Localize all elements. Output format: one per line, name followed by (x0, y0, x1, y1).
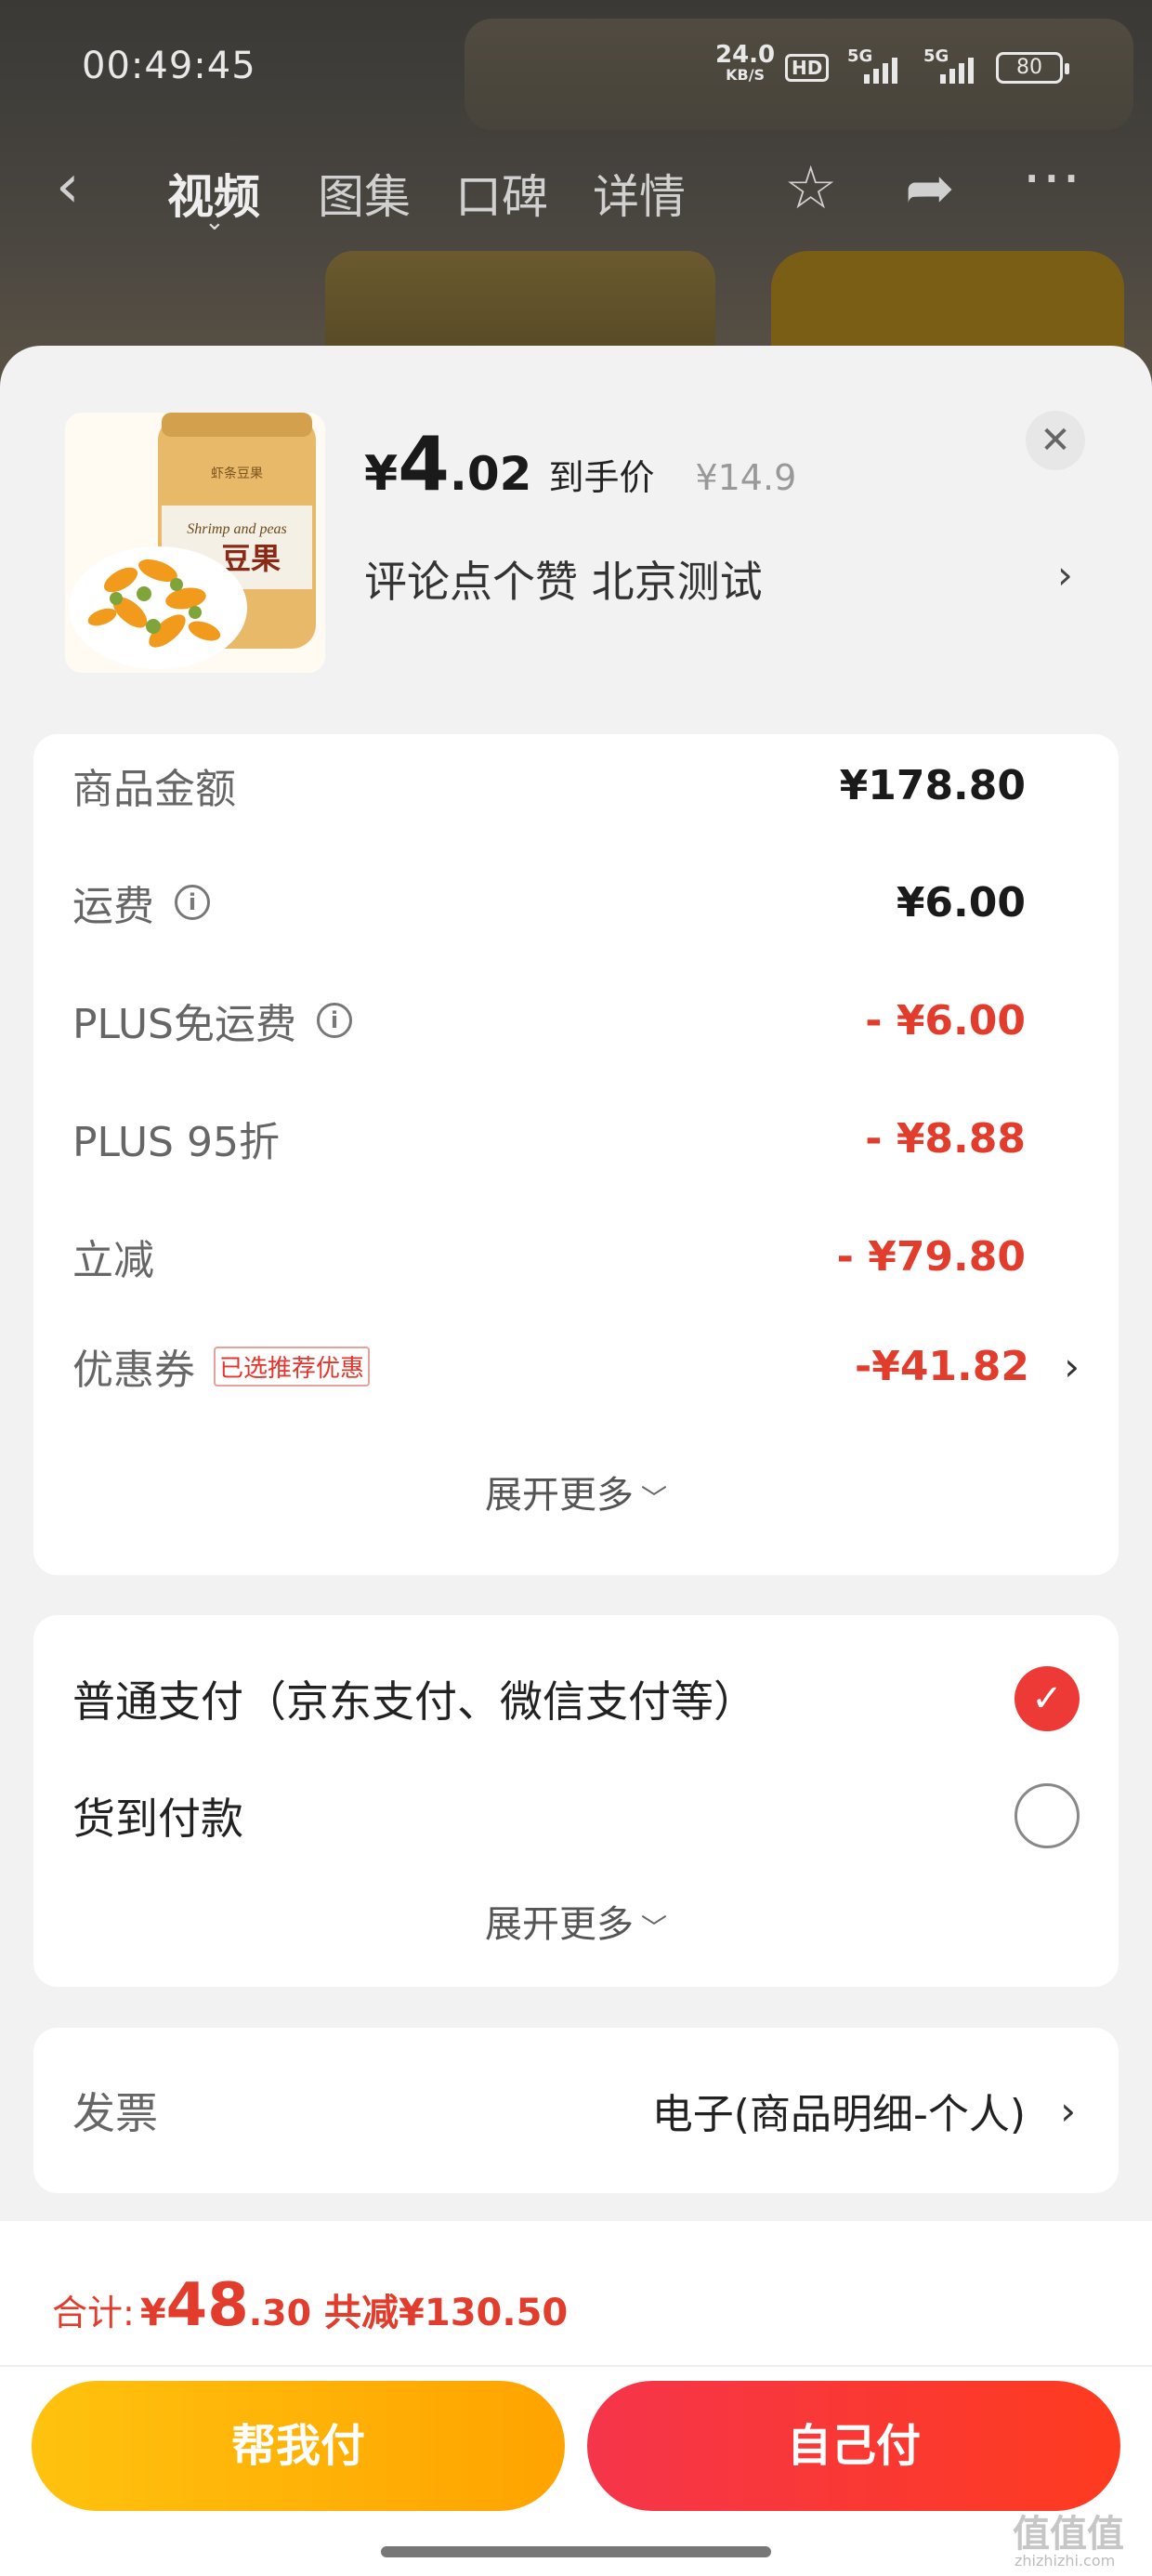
original-price: ¥14.9 (695, 457, 797, 498)
summary-value: ¥6.00 (896, 878, 1026, 927)
network-speed: 24.0 KB/S (715, 41, 776, 85)
summary-label: 运费 (72, 883, 154, 930)
status-time: 00:49:45 (82, 45, 256, 87)
expand-more-button[interactable]: 展开更多 ﹀ (33, 1894, 1119, 1948)
pay-myself-button[interactable]: 自己付 (587, 2381, 1120, 2511)
summary-row-plus-discount: PLUS 95折 - ¥8.88 (72, 1106, 1026, 1171)
divider (0, 2365, 1152, 2367)
checkout-footer: 合计: ¥ 48 .30 共减¥130.50 帮我付 自己付 值值值 zhizh… (0, 2221, 1152, 2576)
product-header: Shrimp and peas 豆果 虾条豆果 ¥ 4 .02 到手价 ¥14.… (0, 346, 1152, 736)
total-integer: 48 (165, 2271, 249, 2340)
star-icon[interactable]: ☆ (784, 154, 837, 223)
watermark-logo: 值值值 (1013, 2513, 1124, 2556)
expand-more-label: 展开更多 (484, 1903, 634, 1946)
payment-option-label: 普通支付（京东支付、微信支付等） (72, 1676, 756, 1727)
status-bar: 00:49:45 24.0 KB/S HD 5G 5G 80 (0, 37, 1152, 102)
tab-gallery[interactable]: 图集 (318, 160, 411, 227)
more-icon[interactable]: ⋯ (1022, 143, 1081, 212)
invoice-row[interactable]: 发票 电子(商品明细-个人) › (72, 2078, 1076, 2143)
info-icon[interactable]: i (175, 885, 210, 920)
price-integer: 4 (398, 421, 450, 507)
total-label: 合计: (52, 2293, 135, 2333)
total-currency: ¥ (139, 2292, 166, 2334)
radio-unchecked-icon[interactable] (1015, 1783, 1080, 1848)
info-icon[interactable]: i (317, 1003, 352, 1038)
summary-label: 商品金额 (72, 766, 236, 813)
product-image: Shrimp and peas 豆果 虾条豆果 (65, 413, 325, 673)
total-decimal: .30 (248, 2293, 312, 2333)
chevron-right-icon[interactable]: › (1057, 552, 1073, 598)
summary-row-instant-discount: 立减 - ¥79.80 (72, 1224, 1026, 1289)
tab-details[interactable]: 详情 (593, 160, 686, 227)
chevron-down-icon: ﹀ (640, 1483, 667, 1514)
help-me-pay-button[interactable]: 帮我付 (32, 2381, 565, 2511)
summary-value: - ¥79.80 (836, 1232, 1026, 1281)
product-subtitle[interactable]: 评论点个赞 北京测试 (364, 548, 763, 610)
order-total: 合计: ¥ 48 .30 共减¥130.50 (52, 2271, 568, 2340)
summary-row-goods: 商品金额 ¥178.80 (72, 753, 1026, 818)
chevron-right-icon[interactable]: › (1064, 1344, 1080, 1389)
invoice-value: 电子(商品明细-个人) (651, 2091, 1026, 2138)
price-summary-card: 商品金额 ¥178.80 运费 i ¥6.00 PLUS免运费 i - ¥6.0… (33, 734, 1119, 1575)
expand-more-label: 展开更多 (484, 1474, 634, 1517)
summary-label: PLUS免运费 (72, 1001, 296, 1048)
tab-reviews[interactable]: 口碑 (455, 160, 548, 227)
summary-value: - ¥6.00 (865, 996, 1026, 1045)
svg-text:豆果: 豆果 (221, 541, 281, 576)
expand-more-button[interactable]: 展开更多 ﹀ (33, 1465, 1119, 1518)
summary-label: 优惠券 (72, 1347, 195, 1394)
summary-value: -¥41.82 (854, 1342, 1029, 1390)
hd-icon: HD (785, 54, 830, 82)
network-speed-value: 24.0 (715, 41, 776, 69)
chevron-right-icon[interactable]: › (1060, 2088, 1076, 2134)
signal-icon-2 (940, 58, 974, 84)
product-thumbnail: Shrimp and peas 豆果 虾条豆果 (65, 413, 325, 673)
battery-icon: 80 (996, 52, 1069, 84)
coupon-badge: 已选推荐优惠 (214, 1346, 371, 1387)
price-tag: 到手价 (548, 457, 655, 498)
summary-value: ¥178.80 (839, 761, 1026, 809)
summary-label: 立减 (72, 1237, 154, 1284)
payment-card: 普通支付（京东支付、微信支付等） ✓ 货到付款 展开更多 ﹀ (33, 1615, 1119, 1987)
summary-value: - ¥8.88 (865, 1114, 1026, 1163)
price-currency: ¥ (364, 446, 399, 502)
signal-icon (864, 58, 897, 84)
payment-option-cod[interactable]: 货到付款 (72, 1779, 1080, 1853)
home-indicator[interactable] (381, 2546, 771, 2557)
svg-text:虾条豆果: 虾条豆果 (211, 466, 263, 481)
invoice-card[interactable]: 发票 电子(商品明细-个人) › (33, 2028, 1119, 2193)
watermark-site: zhizhizhi.com (1015, 2552, 1116, 2569)
chevron-down-icon: ﹀ (640, 1912, 667, 1943)
summary-label: PLUS 95折 (72, 1119, 280, 1166)
radio-checked-icon[interactable]: ✓ (1015, 1666, 1080, 1731)
total-savings: 共减¥130.50 (324, 2292, 569, 2334)
summary-row-shipping: 运费 i ¥6.00 (72, 870, 1026, 935)
summary-row-coupon[interactable]: 优惠券 已选推荐优惠 -¥41.82 › (72, 1334, 1080, 1399)
svg-text:Shrimp and peas: Shrimp and peas (187, 521, 287, 537)
invoice-label: 发票 (72, 2088, 158, 2138)
payment-option-standard[interactable]: 普通支付（京东支付、微信支付等） ✓ (72, 1662, 1080, 1736)
chevron-left-icon[interactable]: ‹ (56, 152, 80, 221)
summary-row-plus-free-shipping: PLUS免运费 i - ¥6.00 (72, 988, 1026, 1053)
payment-option-label: 货到付款 (72, 1794, 243, 1844)
price-line: ¥ 4 .02 到手价 ¥14.9 (364, 421, 797, 507)
chevron-down-icon: ⌄ (204, 208, 225, 236)
share-icon[interactable]: ➦ (905, 154, 955, 223)
close-icon[interactable]: ✕ (1026, 411, 1085, 470)
price-decimal: .02 (449, 447, 532, 501)
top-navigation: ‹ 视频 ⌄ 图集 口碑 详情 ☆ ➦ ⋯ (0, 143, 1152, 236)
